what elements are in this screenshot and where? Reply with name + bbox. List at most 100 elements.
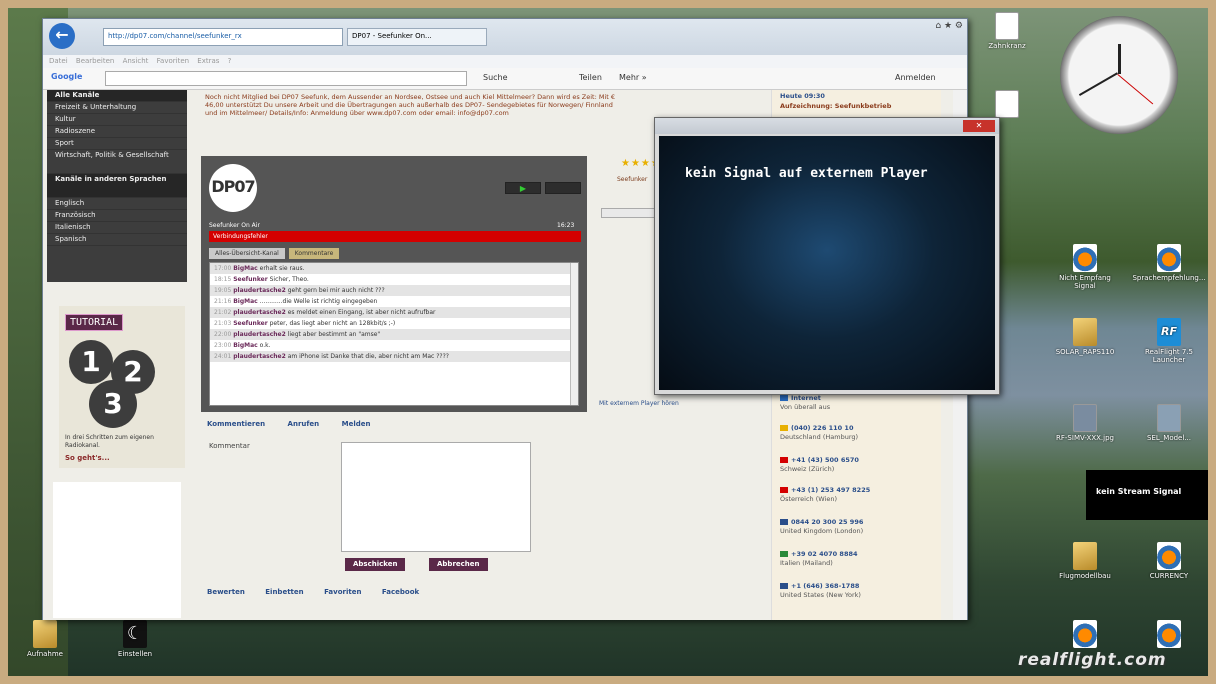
cancel-button[interactable]: Abbrechen xyxy=(429,558,488,571)
chat-row: 21:02 plaudertasche2 es meldet einen Ein… xyxy=(210,307,578,318)
call-action[interactable]: Anrufen xyxy=(288,420,320,428)
step-3-circle: 3 xyxy=(89,380,137,428)
firefox-icon xyxy=(1157,244,1181,272)
desktop-icon-zahnkranz[interactable]: Zahnkranz xyxy=(970,12,1044,50)
desktop-icon-doc2[interactable] xyxy=(970,90,1044,120)
desktop-icon-sel-model[interactable]: SEL_Model... xyxy=(1132,404,1206,442)
google-signin-button[interactable]: Anmelden xyxy=(895,73,936,82)
moon-icon: ☾ xyxy=(123,620,147,648)
chat-row: 24:01 plaudertasche2 am iPhone ist Danke… xyxy=(210,351,578,362)
nav-item-sprachen[interactable]: Kanäle in anderen Sprachen xyxy=(47,174,187,198)
image-file-icon xyxy=(1073,404,1097,432)
desktop-icon-solar[interactable]: SOLAR_RAPS110 xyxy=(1048,318,1122,356)
station-name: Seefunker On Air xyxy=(209,222,260,229)
desktop-icon-flugmodellbau[interactable]: Flugmodellbau xyxy=(1048,542,1122,580)
browser-tab[interactable]: DP07 - Seefunker On... xyxy=(347,28,487,46)
favorites-link[interactable]: Favoriten xyxy=(324,588,361,596)
tutorial-box[interactable]: TUTORIAL 1 2 3 In drei Schritten zum eig… xyxy=(59,306,185,468)
close-button[interactable]: ✕ xyxy=(963,120,995,132)
chat-row: 21:03 Seefunker peter, das liegt aber ni… xyxy=(214,320,396,327)
flag-icon xyxy=(780,425,788,431)
contact-it: +39 02 4070 8884 Italien (Mailand) xyxy=(780,550,858,567)
google-search-input[interactable] xyxy=(105,71,467,86)
document-icon xyxy=(995,12,1019,40)
intro-text: Noch nicht Mitglied bei DP07 Seefunk, de… xyxy=(205,93,615,117)
clock-gadget[interactable] xyxy=(1060,16,1178,134)
clock-minute-hand xyxy=(1078,72,1118,96)
desktop-icon-currency[interactable]: CURRENCY xyxy=(1132,542,1206,580)
google-more-button[interactable]: Mehr » xyxy=(619,73,647,82)
nav-item-wirtschaft[interactable]: Wirtschaft, Politik & Gesellschaft xyxy=(47,150,187,174)
google-share-button[interactable]: Teilen xyxy=(579,73,602,82)
player-titlebar[interactable] xyxy=(655,118,999,134)
menu-bar[interactable]: Datei Bearbeiten Ansicht Favoriten Extra… xyxy=(43,55,967,68)
desktop-icon-aufnahme[interactable]: Aufnahme xyxy=(8,620,82,658)
left-white-panel xyxy=(53,482,181,618)
nav-item-kultur[interactable]: Kultur xyxy=(47,114,187,126)
nav-item-radioszene[interactable]: Radioszene xyxy=(47,126,187,138)
flag-icon xyxy=(780,487,788,493)
firefox-icon xyxy=(1073,620,1097,648)
contact-internet: Internet Von überall aus xyxy=(780,394,831,411)
firefox-icon xyxy=(1073,244,1097,272)
nav-item-freizeit[interactable]: Freizeit & Unterhaltung xyxy=(47,102,187,114)
comment-action[interactable]: Kommentieren xyxy=(207,420,265,428)
player-screen: kein Signal auf externem Player xyxy=(659,136,995,390)
chat-row: 23:00 BigMac o.k. xyxy=(214,342,271,349)
player-time: 16:23 xyxy=(557,222,575,229)
document-icon xyxy=(995,90,1019,118)
desktop: Zahnkranz Nicht Empfang Signal Sprachemp… xyxy=(8,8,1208,676)
schedule-header: Heute 09:30 xyxy=(780,92,825,100)
chat-row: 17:00 BigMac erhalt sie raus. xyxy=(210,263,578,274)
chat-list[interactable]: 17:00 BigMac erhalt sie raus. 18:15 Seef… xyxy=(209,262,579,406)
desktop-icon-sprachempfehlung[interactable]: Sprachempfehlung... xyxy=(1132,244,1206,282)
report-action[interactable]: Melden xyxy=(342,420,371,428)
nav-item-sport[interactable]: Sport xyxy=(47,138,187,150)
tab-overview[interactable]: Alles-Übersicht-Kanal xyxy=(209,248,285,259)
address-bar[interactable]: http://dp07.com/channel/seefunker_rx xyxy=(103,28,343,46)
external-player-link[interactable]: Mit externem Player hören xyxy=(599,400,679,407)
window-controls[interactable]: ⌂ ★ ⚙ xyxy=(935,21,963,31)
submit-button[interactable]: Abschicken xyxy=(345,558,406,571)
nav-item-spanisch[interactable]: Spanisch xyxy=(47,234,187,246)
schedule-subheader[interactable]: Aufzeichnung: Seefunkbetrieb xyxy=(780,102,891,111)
facebook-link[interactable]: Facebook xyxy=(382,588,419,596)
contact-at: +43 (1) 253 497 8225 Österreich (Wien) xyxy=(780,486,871,503)
nav-item-italienisch[interactable]: Italienisch xyxy=(47,222,187,234)
contact-ch: +41 (43) 500 6570 Schweiz (Zürich) xyxy=(780,456,859,473)
comment-textarea[interactable] xyxy=(341,442,531,552)
firefox-icon xyxy=(1157,620,1181,648)
chat-scrollbar[interactable] xyxy=(570,263,578,405)
desktop-icon-ff-bottom-2[interactable] xyxy=(1132,620,1206,650)
desktop-icon-realflight[interactable]: RF RealFlight 7.5 Launcher xyxy=(1132,318,1206,364)
tutorial-link[interactable]: So geht's... xyxy=(65,454,110,462)
desktop-icon-ff-bottom-1[interactable] xyxy=(1048,620,1122,650)
desktop-icon-nicht-empfang[interactable]: Nicht Empfang Signal xyxy=(1048,244,1122,290)
chat-row: 21:16 BigMac ............die Welle ist r… xyxy=(214,298,378,305)
folder-icon xyxy=(33,620,57,648)
desktop-icon-moon[interactable]: ☾ Einstellen xyxy=(98,620,172,658)
chat-row: 19:05 plaudertasche2 geht gern bei mir a… xyxy=(210,285,578,296)
action-bar: Kommentieren Anrufen Melden xyxy=(207,420,587,428)
play-button[interactable]: ▶ xyxy=(505,182,541,194)
no-signal-message: kein Signal auf externem Player xyxy=(685,166,928,181)
nav-item-englisch[interactable]: Englisch xyxy=(47,198,187,210)
tutorial-text: In drei Schritten zum eigenen Radiokanal… xyxy=(65,434,154,449)
google-search-button[interactable]: Suche xyxy=(483,73,508,82)
comment-label: Kommentar xyxy=(209,442,250,450)
channel-nav: Alle Kanäle Freizeit & Unterhaltung Kult… xyxy=(47,90,187,282)
share-bar: Bewerten Einbetten Favoriten Facebook xyxy=(207,588,587,596)
back-button[interactable]: ← xyxy=(49,23,75,49)
embed-link[interactable]: Einbetten xyxy=(265,588,303,596)
external-player-window: ✕ kein Signal auf externem Player xyxy=(654,117,1000,395)
desktop-icon-rf-image[interactable]: RF-SIMV-XXX.jpg xyxy=(1048,404,1122,442)
step-1-circle: 1 xyxy=(69,340,113,384)
tab-comments[interactable]: Kommentare xyxy=(288,248,340,259)
rate-link[interactable]: Bewerten xyxy=(207,588,245,596)
popout-button[interactable] xyxy=(545,182,581,194)
radio-player: DP07 ▶ Seefunker On Air 16:23 Verbindung… xyxy=(201,156,587,412)
google-logo: Google xyxy=(51,72,83,81)
nav-item-all[interactable]: Alle Kanäle xyxy=(47,90,187,102)
firefox-icon xyxy=(1157,542,1181,570)
nav-item-franzoesisch[interactable]: Französisch xyxy=(47,210,187,222)
